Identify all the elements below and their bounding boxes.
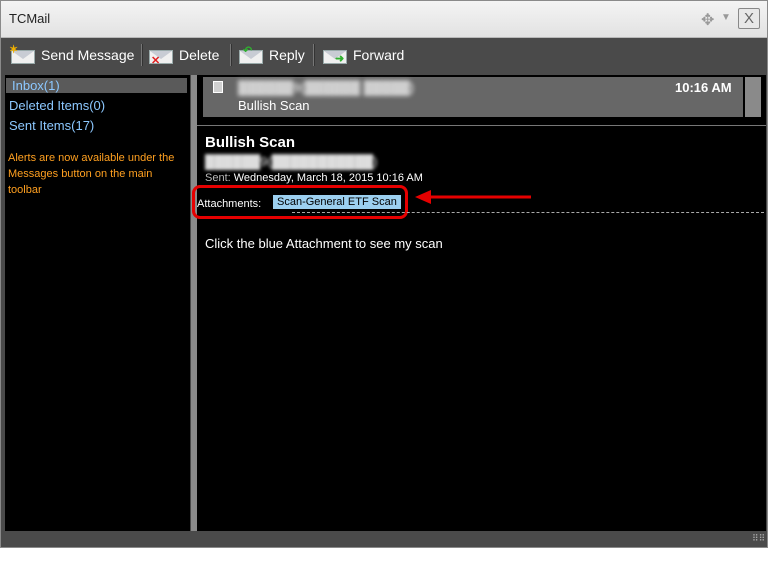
message-time: 10:16 AM xyxy=(675,80,732,95)
attachment-link[interactable]: Scan-General ETF Scan xyxy=(273,195,401,209)
red-arrow-annotation xyxy=(415,190,531,204)
folder-sidebar: Inbox(1) Deleted Items(0) Sent Items(17)… xyxy=(5,75,190,531)
move-icon[interactable]: ✥ xyxy=(701,10,714,30)
close-button[interactable]: X xyxy=(738,8,760,29)
window-title: TCMail xyxy=(9,11,51,26)
title-bar[interactable]: TCMail ✥ ▼ X xyxy=(1,1,767,38)
send-message-label: Send Message xyxy=(41,46,135,63)
sent-label: Sent: xyxy=(205,172,231,184)
sidebar-item-inbox[interactable]: Inbox(1) xyxy=(6,78,187,93)
message-icon xyxy=(213,81,223,93)
message-list-scrollbar[interactable] xyxy=(745,77,761,117)
message-detail: Bullish Scan ██████9(███████████) Sent: … xyxy=(192,125,766,532)
toolbar-divider xyxy=(230,44,232,66)
send-message-button[interactable]: ✶ Send Message xyxy=(9,41,135,68)
delete-button[interactable]: ✕ Delete xyxy=(149,41,219,68)
toolbar-divider xyxy=(313,44,315,66)
message-subject: Bullish Scan xyxy=(238,98,310,113)
tcmail-window: TCMail ✥ ▼ X ✶ Send Message ✕ Delete ↶ R… xyxy=(0,0,768,548)
toolbar-divider xyxy=(141,44,143,66)
reply-button[interactable]: ↶ Reply xyxy=(239,41,305,68)
chevron-down-icon[interactable]: ▼ xyxy=(721,12,731,23)
forward-mail-icon: ➜ xyxy=(323,46,347,65)
sender-blurred: ██████9(██████ █████) xyxy=(238,80,415,95)
resize-grip-icon[interactable]: ⠿⠿ xyxy=(752,534,766,547)
detail-sender-blurred: ██████9(███████████) xyxy=(205,154,378,169)
message-row[interactable]: ██████9(██████ █████) 10:16 AM Bullish S… xyxy=(203,77,743,117)
sidebar-item-deleted[interactable]: Deleted Items(0) xyxy=(9,98,105,113)
attachments-label: Attachments: xyxy=(197,198,262,210)
alerts-notice: Alerts are now available under the Messa… xyxy=(8,152,175,196)
message-pane: ██████9(██████ █████) 10:16 AM Bullish S… xyxy=(192,75,766,532)
reply-label: Reply xyxy=(269,46,305,63)
toolbar: ✶ Send Message ✕ Delete ↶ Reply ➜ Forwar… xyxy=(1,38,767,71)
forward-button[interactable]: ➜ Forward xyxy=(323,41,404,68)
sidebar-item-sent[interactable]: Sent Items(17) xyxy=(9,118,94,133)
separator-line xyxy=(292,212,764,213)
detail-subject: Bullish Scan xyxy=(205,134,296,151)
sent-line: Sent: Wednesday, March 18, 2015 10:16 AM xyxy=(205,172,423,184)
delete-mail-icon: ✕ xyxy=(149,46,173,67)
sent-value: Wednesday, March 18, 2015 10:16 AM xyxy=(233,172,423,184)
send-mail-icon: ✶ xyxy=(9,44,35,64)
delete-label: Delete xyxy=(179,46,220,63)
reply-mail-icon: ↶ xyxy=(239,45,263,64)
forward-label: Forward xyxy=(353,46,405,63)
message-body: Click the blue Attachment to see my scan xyxy=(205,236,443,251)
